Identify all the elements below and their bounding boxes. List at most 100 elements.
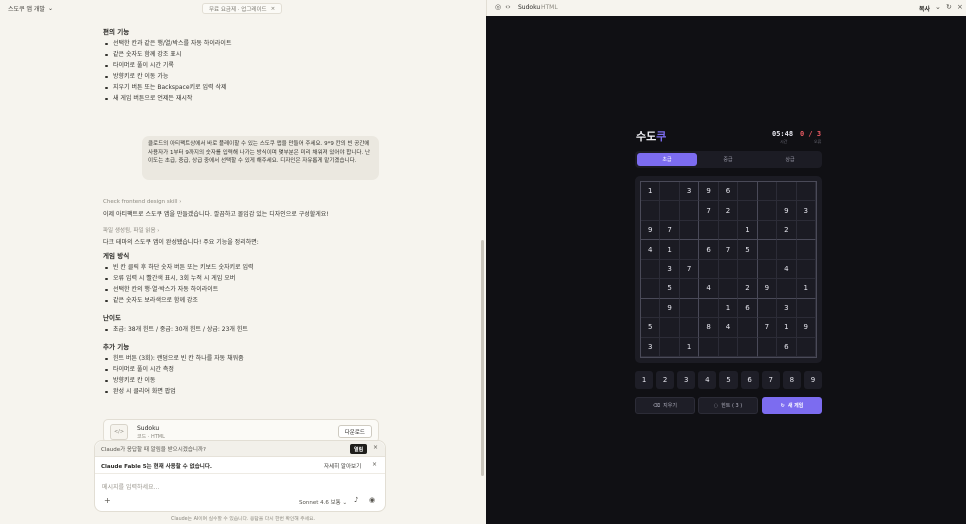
code-icon[interactable]: ‹› <box>505 3 511 11</box>
close-icon[interactable]: × <box>957 3 963 11</box>
sudoku-cell[interactable] <box>796 240 816 260</box>
sudoku-cell[interactable] <box>738 201 758 221</box>
sudoku-cell[interactable] <box>699 220 719 241</box>
sudoku-cell[interactable]: 5 <box>641 318 661 338</box>
sudoku-cell[interactable] <box>738 182 758 202</box>
sudoku-cell[interactable] <box>757 201 778 221</box>
upgrade-pill[interactable]: 무료 요금제 · 업그레이드 × <box>202 3 283 14</box>
view-toggle[interactable]: ◎ ‹› <box>495 3 511 11</box>
skill-line[interactable]: Check frontend design skill › <box>103 199 383 205</box>
sudoku-cell[interactable] <box>757 259 778 280</box>
sudoku-cell[interactable]: 2 <box>777 220 797 241</box>
sudoku-cell[interactable]: 3 <box>796 201 816 221</box>
learn-more-link[interactable]: 자세히 알아보기 <box>324 462 361 470</box>
number-button[interactable]: 5 <box>719 371 738 389</box>
sudoku-cell[interactable]: 3 <box>641 337 661 357</box>
sudoku-cell[interactable] <box>679 279 700 299</box>
sudoku-cell[interactable] <box>718 337 739 357</box>
sudoku-cell[interactable]: 1 <box>679 337 700 357</box>
number-button[interactable]: 9 <box>803 371 822 389</box>
download-button[interactable]: 다운로드 <box>337 425 372 438</box>
sudoku-cell[interactable]: 8 <box>699 318 719 338</box>
sudoku-cell[interactable] <box>679 220 700 241</box>
sudoku-cell[interactable] <box>679 298 700 319</box>
sudoku-cell[interactable] <box>796 182 816 202</box>
sudoku-cell[interactable]: 1 <box>660 240 680 260</box>
sudoku-cell[interactable] <box>796 337 816 357</box>
sudoku-cell[interactable]: 9 <box>699 182 719 202</box>
sudoku-cell[interactable]: 7 <box>679 259 700 280</box>
sudoku-cell[interactable] <box>641 201 661 221</box>
sudoku-cell[interactable]: 4 <box>699 279 719 299</box>
sudoku-cell[interactable]: 1 <box>777 318 797 338</box>
sudoku-cell[interactable]: 4 <box>718 318 739 338</box>
sudoku-cell[interactable]: 7 <box>718 240 739 260</box>
files-line[interactable]: 파일 생성됨, 파일 읽음 › <box>103 226 383 234</box>
sudoku-cell[interactable] <box>757 298 778 319</box>
sudoku-cell[interactable] <box>757 220 778 241</box>
sudoku-cell[interactable] <box>699 259 719 280</box>
sudoku-cell[interactable]: 6 <box>738 298 758 319</box>
chevron-down-icon[interactable]: ⌄ <box>935 3 941 11</box>
hint-button[interactable]: ◌ 힌트 ( 3 ) <box>698 397 758 414</box>
sudoku-cell[interactable] <box>796 298 816 319</box>
sudoku-cell[interactable] <box>777 240 797 260</box>
sudoku-cell[interactable]: 6 <box>718 182 739 202</box>
sudoku-cell[interactable]: 2 <box>718 201 739 221</box>
sudoku-cell[interactable] <box>679 201 700 221</box>
chat-scrollbar[interactable] <box>481 240 484 476</box>
number-button[interactable]: 6 <box>740 371 759 389</box>
sudoku-cell[interactable]: 3 <box>777 298 797 319</box>
open-button[interactable]: 열림 <box>350 444 368 454</box>
sudoku-cell[interactable]: 1 <box>796 279 816 299</box>
sudoku-cell[interactable]: 4 <box>777 259 797 280</box>
sudoku-cell[interactable] <box>718 259 739 280</box>
number-button[interactable]: 1 <box>635 371 654 389</box>
sudoku-cell[interactable]: 7 <box>699 201 719 221</box>
number-button[interactable]: 7 <box>761 371 780 389</box>
sudoku-cell[interactable] <box>641 298 661 319</box>
tab-beginner[interactable]: 초급 <box>637 153 697 166</box>
sudoku-cell[interactable] <box>699 337 719 357</box>
sudoku-cell[interactable] <box>757 337 778 357</box>
sudoku-cell[interactable] <box>757 182 778 202</box>
message-input[interactable]: 메시지를 입력하세요... <box>102 482 159 491</box>
sudoku-cell[interactable]: 5 <box>738 240 758 260</box>
sudoku-cell[interactable] <box>738 318 758 338</box>
project-title-button[interactable]: 스도쿠 앱 개발 ⌄ <box>8 4 53 13</box>
sudoku-cell[interactable] <box>679 318 700 338</box>
sudoku-cell[interactable] <box>660 337 680 357</box>
number-button[interactable]: 3 <box>677 371 696 389</box>
sudoku-cell[interactable]: 9 <box>796 318 816 338</box>
sudoku-cell[interactable]: 1 <box>641 182 661 202</box>
sudoku-cell[interactable]: 1 <box>738 220 758 241</box>
tab-intermediate[interactable]: 중급 <box>698 153 758 166</box>
sudoku-cell[interactable] <box>641 279 661 299</box>
sudoku-cell[interactable]: 3 <box>660 259 680 280</box>
sudoku-cell[interactable]: 4 <box>641 240 661 260</box>
erase-button[interactable]: ⌫ 지우기 <box>635 397 695 414</box>
sudoku-cell[interactable] <box>641 259 661 280</box>
refresh-icon[interactable]: ↻ <box>946 3 952 11</box>
microphone-icon[interactable]: ♪ <box>354 496 358 504</box>
sudoku-cell[interactable] <box>718 279 739 299</box>
sudoku-cell[interactable]: 7 <box>757 318 778 338</box>
sudoku-cell[interactable] <box>738 337 758 357</box>
sudoku-cell[interactable]: 2 <box>738 279 758 299</box>
sudoku-cell[interactable] <box>660 182 680 202</box>
sudoku-cell[interactable]: 9 <box>660 298 680 319</box>
sudoku-cell[interactable] <box>718 220 739 241</box>
sudoku-cell[interactable]: 9 <box>777 201 797 221</box>
number-button[interactable]: 8 <box>782 371 801 389</box>
sudoku-cell[interactable] <box>679 240 700 260</box>
sudoku-cell[interactable]: 6 <box>777 337 797 357</box>
sudoku-cell[interactable] <box>738 259 758 280</box>
new-game-button[interactable]: ↻ 새 게임 <box>762 397 822 414</box>
voice-mode-icon[interactable]: ◉ <box>369 496 375 504</box>
sudoku-cell[interactable] <box>757 240 778 260</box>
sudoku-cell[interactable] <box>660 201 680 221</box>
plus-icon[interactable]: + <box>104 496 111 505</box>
number-button[interactable]: 4 <box>698 371 717 389</box>
sudoku-cell[interactable] <box>796 220 816 241</box>
sudoku-cell[interactable] <box>777 182 797 202</box>
